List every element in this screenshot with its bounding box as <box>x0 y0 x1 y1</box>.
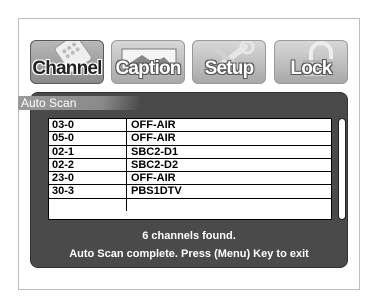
menu-tab-bar: Channel Caption Setup Lock <box>30 40 348 84</box>
channel-number: 02-2 <box>49 158 127 172</box>
channel-name <box>127 199 331 211</box>
channel-number: 05-0 <box>49 132 127 145</box>
channel-row[interactable]: 05-0 OFF-AIR <box>49 132 331 146</box>
channel-number: 03-0 <box>49 119 127 132</box>
scan-complete-text: Auto Scan complete. Press (Menu) Key to … <box>69 248 309 260</box>
channel-name: OFF-AIR <box>131 172 176 185</box>
channel-row[interactable]: 30-3 PBS1DTV <box>49 185 331 199</box>
tab-setup-label: Setup <box>204 58 255 79</box>
channel-name: OFF-AIR <box>131 119 176 131</box>
panel-title: Auto Scan <box>18 96 171 110</box>
tab-channel-label: Channel <box>32 58 102 79</box>
channel-row[interactable]: 03-0 OFF-AIR <box>49 119 331 133</box>
channel-row[interactable]: 02-1 SBC2-D1 <box>49 145 331 159</box>
tab-caption-label: Caption <box>115 58 181 79</box>
channels-found-text: 6 channels found. <box>142 230 236 242</box>
tab-lock-label: Lock <box>290 58 332 79</box>
channel-list-scrollbar[interactable] <box>338 118 346 220</box>
channel-list: 03-0 OFF-AIR 05-0 OFF-AIR 02-1 SBC2-D1 0… <box>48 118 332 220</box>
channel-name: SBC2-D2 <box>131 158 179 171</box>
tab-channel[interactable]: Channel <box>30 40 104 84</box>
channel-row[interactable] <box>49 198 331 212</box>
channel-number <box>49 198 127 212</box>
channel-row[interactable]: 23-0 OFF-AIR <box>49 172 331 186</box>
tab-setup[interactable]: Setup <box>192 40 266 84</box>
tab-lock[interactable]: Lock <box>274 40 348 84</box>
channel-number: 02-1 <box>49 145 127 158</box>
channel-name: OFF-AIR <box>131 132 176 145</box>
tab-caption[interactable]: Caption <box>111 40 185 84</box>
channel-number: 30-3 <box>49 185 127 198</box>
channel-number: 23-0 <box>49 172 127 185</box>
channel-row[interactable]: 02-2 SBC2-D2 <box>49 158 331 173</box>
channel-name: PBS1DTV <box>131 185 182 198</box>
channel-name: SBC2-D1 <box>131 145 179 158</box>
